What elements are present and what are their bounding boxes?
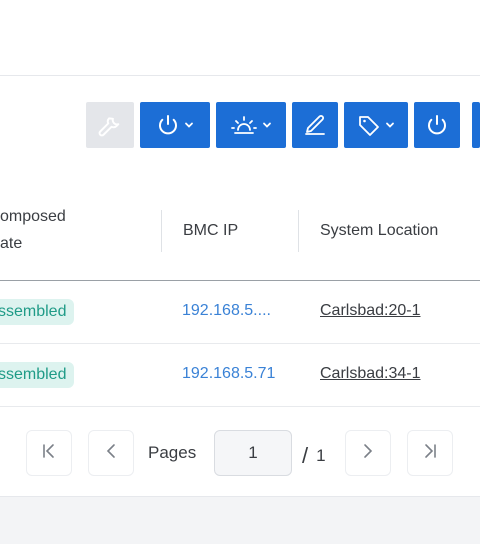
total-pages-value: 1: [316, 446, 326, 465]
page-separator: /: [302, 443, 309, 468]
first-page-icon: [39, 441, 59, 466]
table-row[interactable]: ssembled 192.168.5.... Carlsbad:20-1: [0, 281, 480, 344]
table-header: omposed ate BMC IP System Location: [0, 190, 480, 281]
chevron-down-icon: [385, 120, 395, 130]
header-composed-state-line2: ate: [0, 235, 23, 252]
power-icon: [425, 113, 449, 137]
chevron-left-icon: [101, 441, 121, 466]
column-divider: [161, 210, 162, 252]
pages-label: Pages: [148, 443, 197, 462]
system-location-link[interactable]: Carlsbad:34-1: [320, 365, 421, 383]
power-dropdown-button[interactable]: [140, 102, 210, 148]
chevron-down-icon: [262, 120, 272, 130]
maintenance-button[interactable]: [86, 102, 134, 148]
locator-light-dropdown-button[interactable]: [216, 102, 286, 148]
bmc-ip-link[interactable]: 192.168.5....: [182, 302, 271, 320]
alarm-light-icon: [230, 113, 258, 137]
previous-page-button[interactable]: [88, 430, 134, 476]
edit-button[interactable]: [292, 102, 338, 148]
toolbar-overflow-button[interactable]: [472, 102, 480, 148]
system-location-link[interactable]: Carlsbad:20-1: [320, 302, 421, 320]
power-icon: [156, 113, 180, 137]
status-badge: ssembled: [0, 362, 75, 388]
header-composed-state[interactable]: omposed ate: [0, 203, 66, 257]
column-divider: [298, 210, 299, 252]
next-page-button[interactable]: [345, 430, 391, 476]
tag-dropdown-button[interactable]: [344, 102, 408, 148]
table-row[interactable]: ssembled 192.168.5.71 Carlsbad:34-1: [0, 344, 480, 407]
tag-icon: [357, 113, 381, 137]
header-bmc-ip[interactable]: BMC IP: [183, 217, 238, 244]
chevron-right-icon: [358, 441, 378, 466]
page: omposed ate BMC IP System Location ssemb…: [0, 0, 480, 544]
status-badge: ssembled: [0, 299, 75, 325]
header-system-location[interactable]: System Location: [320, 217, 438, 244]
page-number-input[interactable]: [214, 430, 292, 476]
action-toolbar: [86, 102, 460, 148]
first-page-button[interactable]: [26, 430, 72, 476]
wrench-icon: [97, 112, 123, 138]
bmc-ip-link[interactable]: 192.168.5.71: [182, 365, 275, 383]
top-strip: [0, 0, 480, 75]
total-pages: /1: [302, 443, 326, 469]
pencil-icon: [303, 113, 327, 137]
last-page-button[interactable]: [407, 430, 453, 476]
header-composed-state-line1: omposed: [0, 208, 66, 225]
last-page-icon: [420, 441, 440, 466]
power-button[interactable]: [414, 102, 460, 148]
chevron-down-icon: [184, 120, 194, 130]
